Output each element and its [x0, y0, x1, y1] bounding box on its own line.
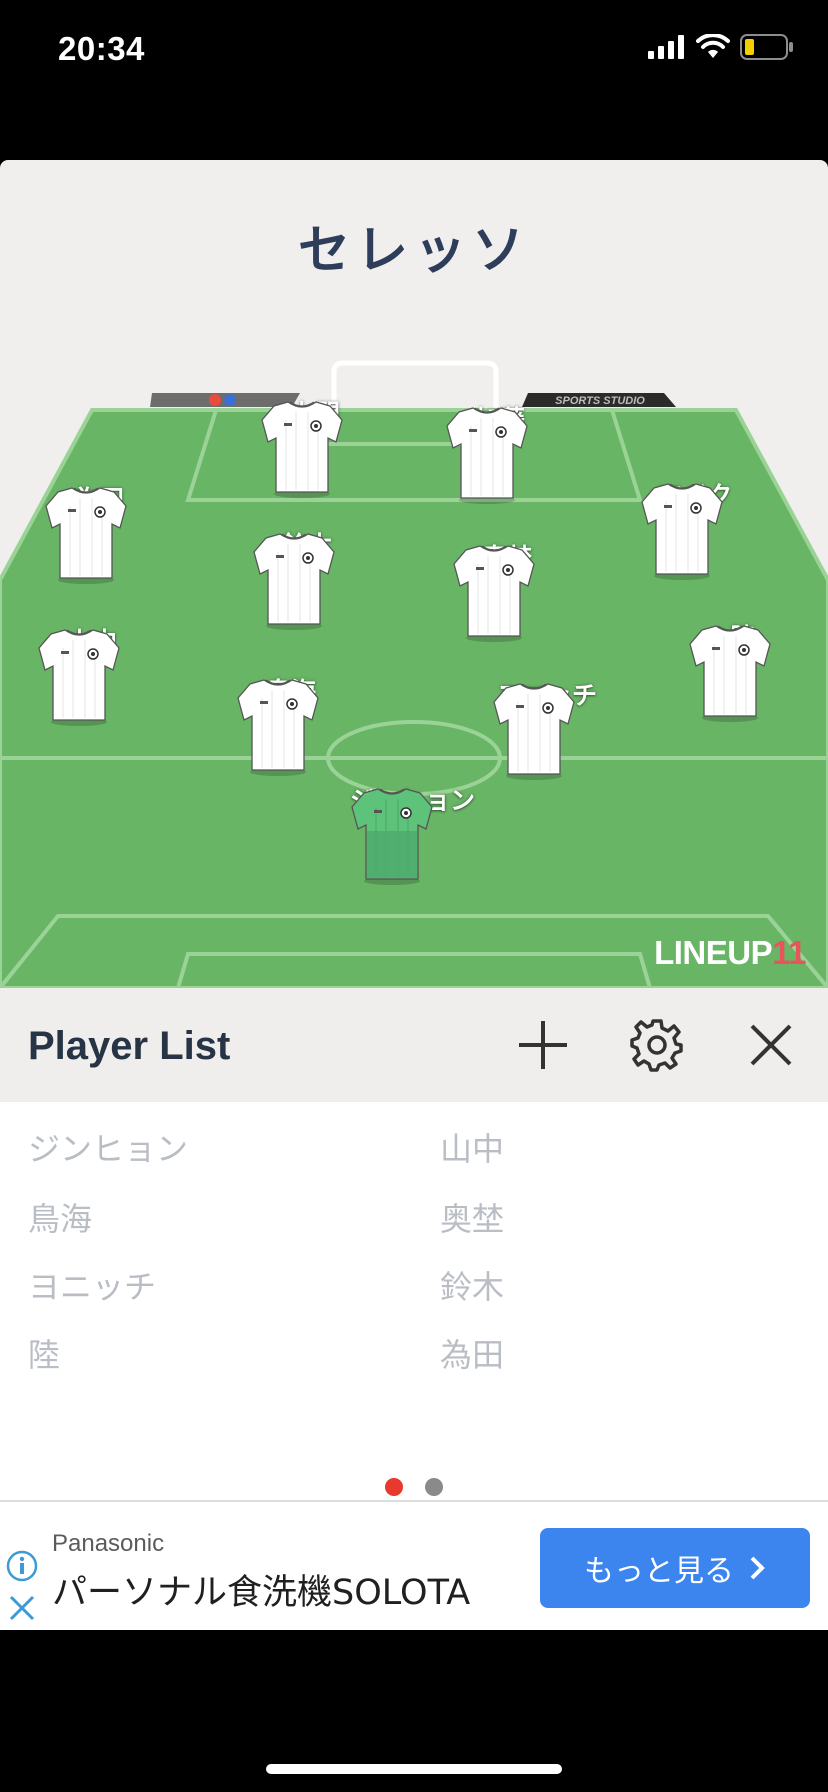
wifi-icon	[696, 34, 730, 58]
player-marker[interactable]: ヨニッチ	[492, 680, 602, 780]
jersey-icon	[38, 629, 120, 726]
close-button[interactable]	[738, 1012, 804, 1078]
ad-banner[interactable]: Panasonic パーソナル食洗機SOLOTA もっと見る	[0, 1500, 828, 1630]
player-marker[interactable]: 加藤	[445, 404, 555, 504]
jersey-icon	[493, 683, 575, 780]
page-dot-active[interactable]	[385, 1478, 403, 1496]
cellular-signal-icon	[648, 35, 684, 59]
lineup11-logo: LINEUP11	[654, 934, 806, 971]
status-icons	[648, 34, 794, 60]
player-list-header: Player List	[0, 988, 828, 1102]
home-indicator	[266, 1764, 562, 1774]
player-marker[interactable]: 奥埜	[452, 542, 562, 642]
list-item[interactable]: 山中	[440, 1124, 504, 1170]
list-item[interactable]: ジンヒョン	[28, 1124, 188, 1170]
list-item[interactable]: 陸	[28, 1330, 60, 1376]
info-icon[interactable]	[6, 1550, 38, 1582]
page-dot[interactable]	[425, 1478, 443, 1496]
jersey-icon	[351, 788, 433, 885]
team-name[interactable]: セレッソ	[0, 208, 828, 283]
close-icon	[750, 1024, 792, 1066]
ad-close-icon[interactable]	[8, 1594, 36, 1622]
jersey-icon	[261, 401, 343, 498]
status-bar: 20:34	[0, 0, 828, 100]
list-item[interactable]: ヨニッチ	[28, 1262, 156, 1308]
player-marker[interactable]: 上門	[260, 398, 370, 498]
list-item[interactable]: 奥埜	[440, 1194, 504, 1240]
player-marker[interactable]: ジンヒョン	[350, 785, 475, 885]
list-item[interactable]: 為田	[440, 1330, 504, 1376]
jersey-icon	[453, 545, 535, 642]
player-marker[interactable]: マイク	[640, 480, 750, 580]
status-time: 20:34	[58, 30, 145, 67]
jersey-icon	[641, 483, 723, 580]
settings-button[interactable]	[624, 1012, 690, 1078]
player-marker[interactable]: 陸	[688, 622, 798, 722]
app-card: セレッソ SPORTS STUDIO 上門加藤為田鈴木奥埜マイク山中陸	[0, 160, 828, 1630]
player-marker[interactable]: 鳥海	[236, 676, 346, 776]
player-marker[interactable]: 鈴木	[252, 530, 362, 630]
plus-icon	[519, 1021, 567, 1069]
jersey-icon	[446, 407, 528, 504]
chevron-right-icon	[750, 1556, 765, 1580]
player-list-title: Player List	[28, 1024, 231, 1068]
page-indicator	[0, 1478, 828, 1496]
battery-icon	[740, 34, 793, 60]
ad-cta-button[interactable]: もっと見る	[540, 1528, 810, 1608]
player-marker[interactable]: 為田	[44, 484, 154, 584]
add-player-button[interactable]	[510, 1012, 576, 1078]
jersey-icon	[237, 679, 319, 776]
list-item[interactable]: 鳥海	[28, 1194, 92, 1240]
ad-cta-label: もっと見る	[584, 1554, 734, 1589]
ad-headline[interactable]: パーソナル食洗機SOLOTA	[52, 1564, 470, 1615]
right-ad-board-text: SPORTS STUDIO	[555, 395, 645, 407]
jersey-icon	[689, 625, 771, 722]
pitch: SPORTS STUDIO 上門加藤為田鈴木奥埜マイク山中 陸鳥海 ヨニッチジンヒョ…	[0, 360, 828, 988]
list-item[interactable]: 鈴木	[440, 1262, 504, 1308]
gear-icon	[630, 1019, 683, 1072]
ad-advertiser: Panasonic	[52, 1530, 165, 1557]
jersey-icon	[253, 533, 335, 630]
jersey-icon	[45, 487, 127, 584]
player-marker[interactable]: 山中	[37, 626, 147, 726]
